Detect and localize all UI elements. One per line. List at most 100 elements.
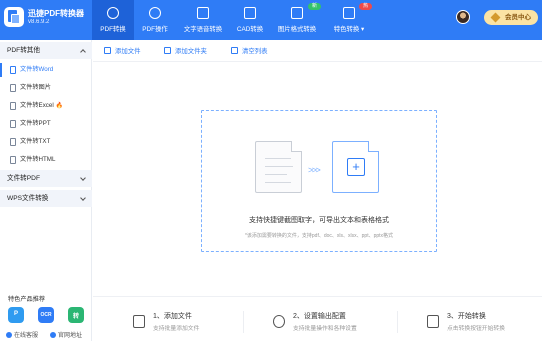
tab-cad[interactable]: CAD转换: [228, 0, 272, 40]
add-file-icon: [104, 47, 111, 54]
app-label: OCR: [40, 312, 52, 318]
app-label: 转: [72, 314, 79, 320]
member-center-button[interactable]: 会员中心: [484, 10, 538, 25]
step-title: 2、设置输出配置: [293, 313, 346, 320]
chevron-down-icon: [80, 175, 86, 181]
clear-list-button[interactable]: 清空列表: [231, 46, 268, 55]
new-badge: 新: [308, 3, 322, 10]
hot-badge: 热: [359, 3, 373, 10]
sidebar-section-file-to-pdf[interactable]: 文件转PDF: [0, 170, 92, 187]
tab-label: 特色转换 ▾: [333, 26, 365, 33]
sidebar-item-to-word[interactable]: 文件转Word: [0, 61, 92, 79]
top-bar: 迅捷PDF转换器 v8.6.9.2 PDF转换 PDF操作 文字语音转换 CAD…: [0, 0, 542, 40]
sidebar-item-to-txt[interactable]: 文件转TXT: [0, 133, 92, 151]
file-icon: [10, 120, 16, 128]
tab-label: PDF操作: [142, 26, 168, 33]
customer-service-link[interactable]: 在线客服: [6, 330, 38, 339]
step-title: 3、开始转换: [447, 313, 486, 320]
item-label: 文件转HTML: [20, 156, 56, 163]
sidebar-item-to-html[interactable]: 文件转HTML: [0, 151, 92, 169]
sidebar-item-to-excel[interactable]: 文件转Excel 🔥: [0, 97, 92, 115]
button-label: 添加文件: [115, 48, 141, 55]
section-label: WPS文件转换: [7, 195, 49, 202]
tab-label: CAD转换: [236, 26, 264, 33]
convert-icon: [427, 315, 439, 328]
tab-label: 图片格式转换: [277, 26, 317, 33]
pdf-icon: [149, 7, 161, 19]
item-label: 文件转PPT: [20, 120, 51, 127]
sidebar-section-pdf-to-other[interactable]: PDF转其他: [0, 42, 92, 59]
step-desc: 支持批量添加文件: [153, 326, 200, 332]
step-desc: 点击转换按钮开始转换: [447, 326, 505, 332]
footer-label: 在线客服: [14, 333, 39, 339]
featured-app-ocr[interactable]: OCR: [38, 307, 54, 323]
chevron-up-icon: [80, 49, 86, 55]
item-label: 文件转Excel: [20, 102, 54, 109]
tab-special[interactable]: 特色转换 ▾ 热: [324, 0, 374, 40]
featured-title: 特色产品推荐: [8, 296, 46, 303]
tab-label: 文字语音转换: [183, 26, 223, 33]
step-add-file: 1、添加文件 支持批量添加文件: [133, 311, 253, 333]
divider: [243, 311, 244, 333]
add-folder-button[interactable]: 添加文件夹: [164, 46, 207, 55]
link-icon: [50, 332, 56, 338]
app-version: v8.6.9.2: [28, 19, 50, 25]
step-start-convert: 3、开始转换 点击转换按钮开始转换: [427, 311, 542, 333]
add-folder-icon: [164, 47, 171, 54]
step-title: 1、添加文件: [153, 313, 192, 320]
app-label: P: [13, 311, 18, 317]
dropzone-hint: 支持快捷键截图取字，可导出文本和表格格式: [249, 217, 389, 224]
tab-image-format[interactable]: 图片格式转换 新: [272, 0, 322, 40]
file-icon: [10, 138, 16, 146]
add-file-icon: [133, 315, 145, 328]
steps-bar: 1、添加文件 支持批量添加文件 2、设置输出配置 支持批量操作和各种设置 3、开…: [93, 296, 542, 341]
file-icon: [10, 84, 16, 92]
sidebar: PDF转其他 文件转Word 文件转图片 文件转Excel 🔥 文件转PPT 文…: [0, 40, 92, 341]
sidebar-section-wps[interactable]: WPS文件转换: [0, 190, 92, 207]
footer-label: 官网地址: [58, 333, 83, 339]
image-icon: [291, 7, 303, 19]
plus-icon: +: [347, 158, 365, 176]
add-file-button[interactable]: 添加文件: [104, 46, 141, 55]
app-name: 迅捷PDF转换器: [28, 9, 84, 18]
app-logo-icon: [4, 7, 24, 27]
add-document-icon[interactable]: +: [332, 141, 379, 193]
step-output-settings: 2、设置输出配置 支持批量操作和各种设置: [273, 311, 393, 333]
special-icon: [343, 7, 355, 19]
file-drop-zone[interactable]: > > > + 支持快捷键截图取字，可导出文本和表格格式 *该添加需要转换的文件…: [201, 110, 437, 252]
gear-icon: [273, 315, 285, 328]
refresh-icon: [107, 7, 119, 19]
tab-label: PDF转换: [100, 26, 126, 33]
avatar[interactable]: [456, 10, 470, 24]
button-label: 清空列表: [242, 48, 268, 55]
cad-icon: [244, 7, 256, 19]
dropzone-formats: *该添加需要转换的文件，支持pdf、doc、xls、xlsx、ppt、pptx格…: [244, 233, 394, 239]
document-icon: [255, 141, 302, 193]
trash-icon: [231, 47, 238, 54]
featured-app-pdf[interactable]: P: [8, 307, 24, 323]
chevron-down-icon: [80, 195, 86, 201]
website-link[interactable]: 官网地址: [50, 330, 82, 339]
step-desc: 支持批量操作和各种设置: [293, 326, 357, 332]
item-label: 文件转图片: [20, 84, 51, 91]
section-label: PDF转其他: [7, 47, 40, 54]
toolbar: 添加文件 添加文件夹 清空列表: [93, 40, 542, 62]
file-icon: [10, 102, 16, 110]
user-icon: [6, 332, 12, 338]
divider: [397, 311, 398, 333]
button-label: 添加文件夹: [175, 48, 207, 55]
audio-icon: [197, 7, 209, 19]
sidebar-item-to-ppt[interactable]: 文件转PPT: [0, 115, 92, 133]
item-label: 文件转TXT: [20, 138, 51, 145]
section-label: 文件转PDF: [7, 175, 40, 182]
tab-text-speech[interactable]: 文字语音转换: [178, 0, 228, 40]
file-icon: [10, 66, 16, 74]
tab-pdf-convert[interactable]: PDF转换: [92, 0, 134, 40]
featured-app-convert[interactable]: 转: [68, 307, 84, 323]
file-icon: [10, 156, 16, 164]
diamond-icon: [490, 12, 501, 23]
item-label: 文件转Word: [20, 66, 54, 73]
tab-pdf-operate[interactable]: PDF操作: [134, 0, 176, 40]
sidebar-item-to-image[interactable]: 文件转图片: [0, 79, 92, 97]
fire-icon: 🔥: [55, 103, 63, 109]
